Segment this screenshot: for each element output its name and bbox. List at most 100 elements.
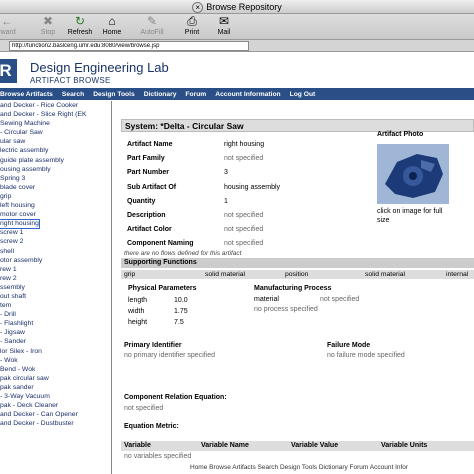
sf-cell: internal	[446, 271, 469, 278]
tree-item[interactable]: lor Silex - Iron	[0, 347, 111, 356]
tree-item[interactable]: screw 1	[0, 228, 111, 237]
field-value: not specified	[224, 212, 264, 219]
tree-item[interactable]: screw 2	[0, 237, 111, 246]
tree-item[interactable]: Bend - Wok	[0, 365, 111, 374]
print-button[interactable]: ⎙ Print	[176, 14, 208, 39]
tree-item[interactable]: and Decker - Can Opener	[0, 410, 111, 419]
primary-identifier-title: Primary Identifier	[124, 342, 182, 349]
artifact-photo-label: Artifact Photo	[377, 131, 424, 138]
nav-dictionary[interactable]: Dictionary	[144, 91, 177, 98]
tree-item[interactable]: grip	[0, 192, 111, 201]
tree-item-label: guide plate assembly	[0, 156, 64, 164]
stop-button[interactable]: ✖ Stop	[32, 14, 64, 39]
tree-item-label: - Drill	[0, 311, 16, 319]
field-label: Part Number	[127, 169, 170, 177]
tree-item[interactable]: ousing assembly	[0, 165, 111, 174]
autofill-icon: ✎	[146, 14, 158, 28]
tree-item[interactable]: - Wok	[0, 356, 111, 365]
url-field[interactable]	[9, 41, 249, 51]
site-title: Design Engineering Lab	[30, 60, 169, 75]
tree-item-label: shell	[0, 247, 14, 255]
tree-item[interactable]: - Sander	[0, 337, 111, 346]
nav-log-out[interactable]: Log Out	[290, 91, 316, 98]
supporting-functions-header: Supporting Functions	[121, 258, 474, 268]
tree-item[interactable]: - 3-Way Vacuum	[0, 392, 111, 401]
no-variables-note: no variables specified	[124, 453, 192, 460]
photo-caption: click on image for full size	[377, 208, 443, 224]
tree-item[interactable]: shell	[0, 247, 111, 256]
param-width-label: width	[128, 308, 145, 315]
tree-item[interactable]: right housing	[0, 219, 111, 230]
tree-item[interactable]: Sewing Machine	[0, 119, 111, 128]
tree-item-label: - Wok	[0, 356, 18, 364]
tree-item[interactable]: rew 2	[0, 274, 111, 283]
nav-browse-artifacts[interactable]: Browse Artifacts	[0, 91, 53, 98]
stop-icon: ✖	[42, 14, 54, 28]
tree-item-label: lor Silex - Iron	[0, 347, 42, 355]
tree-item[interactable]: pak - Deck Cleaner	[0, 401, 111, 410]
param-length-label: length	[128, 297, 148, 304]
tree-item[interactable]: pak circular saw	[0, 374, 111, 383]
mail-button[interactable]: ✉ Mail	[208, 14, 240, 39]
tree-item[interactable]: lectric assembly	[0, 146, 111, 155]
field-value: not specified	[224, 240, 264, 248]
tree-item-label: ousing assembly	[0, 165, 51, 173]
tree-item[interactable]: and Decker - Rice Cooker	[0, 101, 111, 110]
tree-item-label: - Sander	[0, 338, 27, 346]
tree-item[interactable]: - Circular Saw	[0, 128, 111, 137]
tree-item[interactable]: guide plate assembly	[0, 156, 111, 165]
tree-item[interactable]: - Jigsaw	[0, 328, 111, 337]
tree-item-label: pak - Deck Cleaner	[0, 402, 59, 410]
tree-item[interactable]: pak sander	[0, 383, 111, 392]
tree-item[interactable]: Spring 3	[0, 174, 111, 183]
field-value: right housing	[224, 141, 265, 148]
tree-item-label: and Decker - Rice Cooker	[0, 102, 79, 109]
param-width-value: 1.75	[174, 308, 188, 315]
tree-item[interactable]: tem	[0, 301, 111, 310]
nav-account-information[interactable]: Account Information	[215, 91, 280, 98]
field-label: Quantity	[127, 197, 156, 205]
artifact-photo[interactable]	[377, 144, 449, 204]
tree-item[interactable]: otor assembly	[0, 256, 111, 265]
tree-item[interactable]: ular saw	[0, 137, 111, 146]
tree-item[interactable]: and Decker - Dustbuster	[0, 419, 111, 428]
autofill-button[interactable]: ✎ AutoFill	[136, 14, 168, 39]
supporting-functions-row: grip solid material position solid mater…	[121, 270, 474, 279]
tree-item[interactable]: and Decker - Slice Right (EK	[0, 110, 111, 119]
tree-item[interactable]: motor cover	[0, 210, 111, 219]
tree-item-label: tem	[0, 302, 12, 310]
refresh-button[interactable]: ↻ Refresh	[64, 14, 96, 39]
close-window-icon[interactable]: ×	[192, 2, 204, 14]
nav-forum[interactable]: Forum	[185, 91, 206, 98]
tree-item[interactable]: - Flashlight	[0, 319, 111, 328]
home-button[interactable]: ⌂ Home	[96, 14, 128, 39]
tree-item-label: Sewing Machine	[0, 120, 50, 128]
tree-item-label: ular saw	[0, 138, 26, 146]
tree-item-label: Bend - Wok	[0, 365, 36, 373]
field-label: Description	[127, 212, 166, 219]
field-label: Artifact Color	[127, 226, 172, 234]
forward-button[interactable]: ←rward	[0, 14, 18, 39]
tree-item-label: grip	[0, 192, 12, 200]
nav-design-tools[interactable]: Design Tools	[93, 91, 135, 98]
footer-links[interactable]: Home Browse Artifacts Search Design Tool…	[190, 464, 408, 471]
tree-item[interactable]: out shaft	[0, 292, 111, 301]
tree-item[interactable]: ssembly	[0, 283, 111, 292]
tree-item[interactable]: left housing	[0, 201, 111, 210]
nav-search[interactable]: Search	[62, 91, 84, 98]
saw-housing-image	[377, 144, 449, 204]
address-bar	[0, 40, 474, 52]
tree-item-label: and Decker - Can Opener	[0, 411, 78, 419]
window-title-bar: × Browse Repository	[0, 0, 474, 14]
tree-item[interactable]: rew 1	[0, 265, 111, 274]
tree-item-label: and Decker - Dustbuster	[0, 420, 74, 428]
tree-item-label: Spring 3	[0, 174, 26, 182]
tree-item[interactable]: blade cover	[0, 183, 111, 192]
manufacturing-material-value: not specified	[320, 296, 360, 303]
tree-item-label: motor cover	[0, 211, 36, 219]
tree-item-label: lectric assembly	[0, 147, 49, 155]
browser-toolbar: ←rward ✖Stop ↻Refresh ⌂Home ✎AutoFill ⎙P…	[0, 14, 474, 40]
field-value: 1	[224, 197, 228, 205]
tree-item-label: - Flashlight	[0, 320, 34, 328]
tree-item[interactable]: - Drill	[0, 310, 111, 319]
